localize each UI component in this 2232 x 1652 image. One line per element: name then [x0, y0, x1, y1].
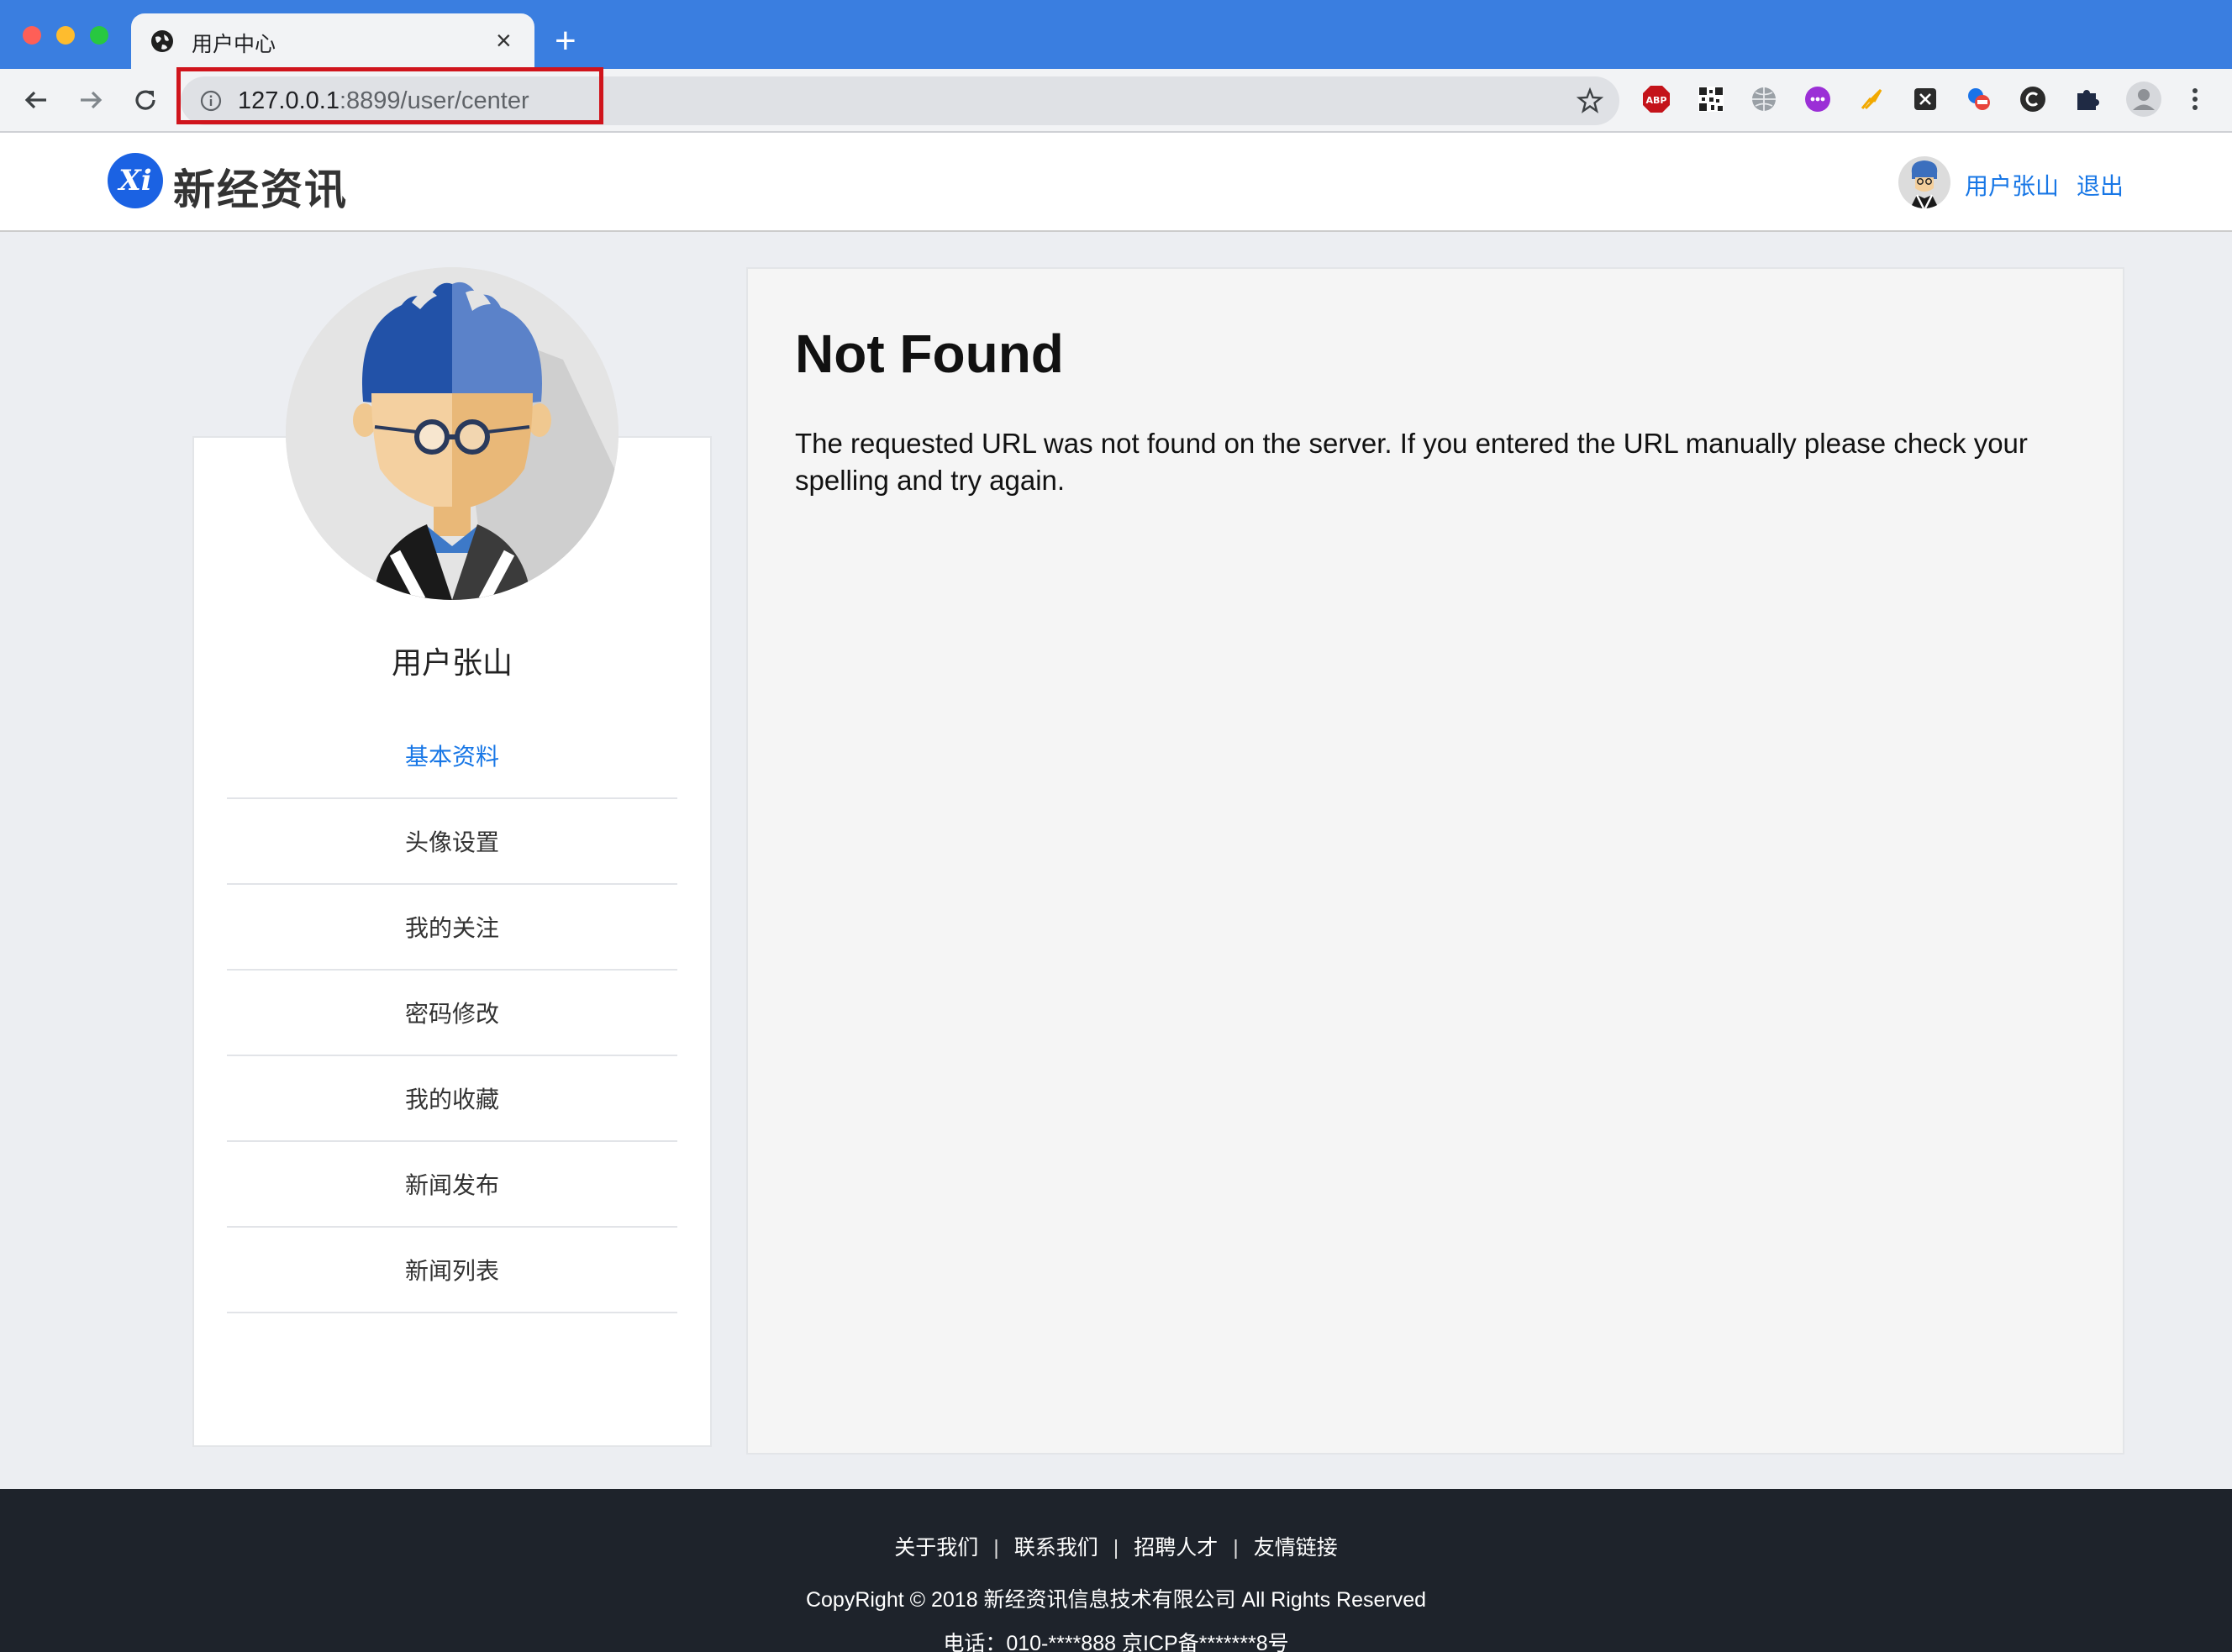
chat-extension-icon[interactable]	[1803, 84, 1833, 114]
site-header: Xi 新经资讯 用户张山 退出	[0, 133, 2232, 232]
menu-item-basic-info[interactable]: 基本资料	[227, 713, 677, 799]
footer-separator: |	[1233, 1536, 1239, 1560]
back-button[interactable]	[17, 81, 55, 119]
menu-item-publish-news[interactable]: 新闻发布	[227, 1142, 677, 1228]
main-content-frame: Not Found The requested URL was not foun…	[746, 267, 2124, 1455]
minimize-window-button[interactable]	[56, 26, 75, 45]
user-avatar-large	[286, 267, 619, 600]
arrow-right-icon	[81, 91, 103, 109]
web-globe-extension-icon[interactable]	[1749, 84, 1779, 114]
footer-separator: |	[1113, 1536, 1119, 1560]
close-window-button[interactable]	[23, 26, 41, 45]
site-logo-text[interactable]: 新经资讯	[173, 156, 348, 217]
puzzle-extensions-icon[interactable]	[2071, 84, 2102, 114]
browser-tab-bar: 用户中心 × +	[0, 0, 2232, 69]
new-tab-button[interactable]: +	[555, 20, 576, 62]
arrow-left-icon	[24, 91, 46, 109]
bookmark-star-icon[interactable]	[1576, 87, 1604, 115]
menu-item-change-password[interactable]: 密码修改	[227, 971, 677, 1056]
logout-link[interactable]: 退出	[2077, 168, 2124, 202]
reload-button[interactable]	[126, 81, 165, 119]
copyright-extension-icon[interactable]	[2018, 84, 2048, 114]
profile-username: 用户张山	[391, 645, 513, 680]
footer-link-friends[interactable]: 友情链接	[1254, 1536, 1338, 1560]
menu-item-my-follows[interactable]: 我的关注	[227, 885, 677, 971]
footer-copyright: CopyRight © 2018 新经资讯信息技术有限公司 All Rights…	[805, 1588, 1427, 1612]
header-avatar[interactable]	[1898, 156, 1950, 208]
url-highlight-box	[176, 67, 603, 124]
reload-icon	[135, 90, 155, 110]
menu-item-news-list[interactable]: 新闻列表	[227, 1228, 677, 1313]
maximize-window-button[interactable]	[90, 26, 108, 45]
browser-menu-icon[interactable]	[2180, 84, 2210, 114]
error-title: Not Found	[795, 324, 1064, 384]
qr-code-extension-icon[interactable]	[1696, 84, 1726, 114]
tab-close-icon[interactable]: ×	[496, 24, 512, 57]
profile-avatar-icon[interactable]	[2125, 81, 2162, 118]
menu-item-my-favorites[interactable]: 我的收藏	[227, 1056, 677, 1142]
tab-title: 用户中心	[192, 33, 276, 56]
translate-extension-icon[interactable]	[1964, 84, 1994, 114]
browser-tab-active[interactable]: 用户中心 ×	[131, 13, 534, 69]
logo-icon[interactable]: Xi	[108, 153, 163, 208]
user-menu: 基本资料 头像设置 我的关注 密码修改 我的收藏 新闻发布 新闻列表	[227, 713, 677, 1313]
x-extension-icon[interactable]	[1910, 84, 1940, 114]
footer-link-contact[interactable]: 联系我们	[1014, 1536, 1098, 1560]
footer-separator: |	[993, 1536, 999, 1560]
forward-button[interactable]	[71, 81, 110, 119]
globe-icon	[151, 30, 173, 52]
adblock-extension-icon[interactable]: ABP	[1641, 84, 1671, 114]
footer-link-about[interactable]: 关于我们	[894, 1536, 978, 1560]
svg-text:ABP: ABP	[1646, 95, 1667, 106]
footer-links: 关于我们 | 联系我们 | 招聘人才 | 友情链接	[0, 1531, 2232, 1561]
site-footer: 关于我们 | 联系我们 | 招聘人才 | 友情链接 CopyRight © 2018 新经资…	[0, 1489, 2232, 1652]
header-username-link[interactable]: 用户张山	[1965, 168, 2059, 202]
footer-phone: 电话：010-****888 京ICP备*******8号	[943, 1632, 1289, 1652]
error-message: The requested URL was not found on the s…	[795, 428, 2028, 496]
lightning-extension-icon[interactable]	[1856, 84, 1887, 114]
footer-link-jobs[interactable]: 招聘人才	[1134, 1536, 1218, 1560]
menu-item-avatar-settings[interactable]: 头像设置	[227, 799, 677, 885]
